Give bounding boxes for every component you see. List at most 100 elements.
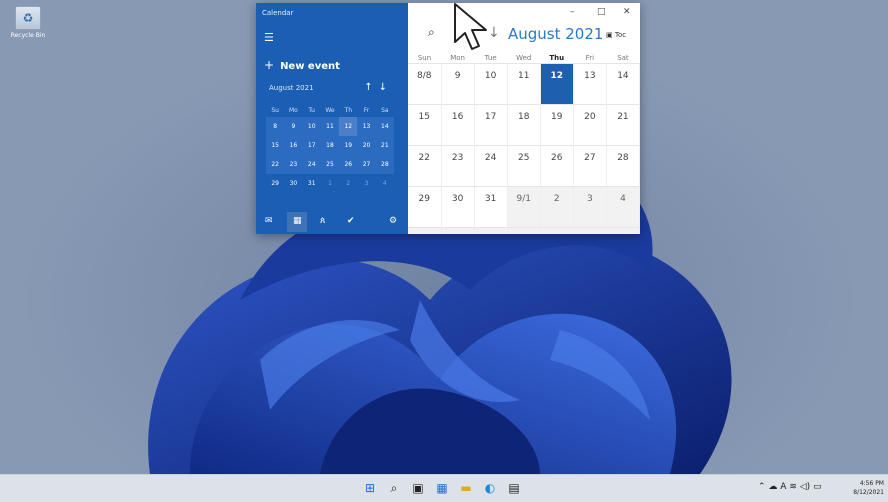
mini-day[interactable]: 3 xyxy=(357,174,375,193)
mini-day[interactable]: 30 xyxy=(284,174,302,193)
day-cell[interactable]: 18 xyxy=(507,104,541,146)
minimize-icon[interactable]: – xyxy=(570,7,575,17)
calendar-today-icon: ▣ xyxy=(606,31,613,39)
day-cell[interactable]: 19 xyxy=(540,104,574,146)
mini-day[interactable]: 19 xyxy=(339,136,357,155)
day-cell[interactable]: 27 xyxy=(573,145,607,187)
mini-day[interactable]: 25 xyxy=(321,155,339,174)
mini-day[interactable]: 8 xyxy=(266,117,284,136)
chevron-up-icon[interactable]: ⌃ xyxy=(758,482,766,492)
mini-day[interactable]: 27 xyxy=(357,155,375,174)
mini-calendar-header: August 2021 ↑↓ xyxy=(269,82,399,93)
recycle-bin[interactable]: ♻ Recycle Bin xyxy=(6,6,50,39)
maximize-icon[interactable]: □ xyxy=(597,7,606,17)
day-cell[interactable]: 17 xyxy=(474,104,508,146)
sidebar-bottom-bar: ✉ ▦ ጰ ✔ ⚙ xyxy=(256,208,408,234)
day-cell[interactable]: 9 xyxy=(540,227,574,234)
calendar-icon[interactable]: ▦ xyxy=(293,216,302,226)
day-cell[interactable]: 20 xyxy=(573,104,607,146)
today-button[interactable]: ▣ Toc xyxy=(606,31,626,39)
mini-day-today[interactable]: 12 xyxy=(339,117,358,136)
day-cell[interactable]: 28 xyxy=(606,145,640,187)
day-cell[interactable]: 9/1 xyxy=(507,186,541,228)
day-cell[interactable]: 24 xyxy=(474,145,508,187)
mini-day[interactable]: 1 xyxy=(321,174,339,193)
day-cell[interactable]: 6 xyxy=(441,227,475,234)
mini-day[interactable]: 18 xyxy=(321,136,339,155)
widgets-icon[interactable]: ▦ xyxy=(434,480,450,496)
day-cell[interactable]: 26 xyxy=(540,145,574,187)
day-cell[interactable]: 30 xyxy=(441,186,475,228)
day-cell[interactable]: 8 xyxy=(507,227,541,234)
people-icon[interactable]: ጰ xyxy=(320,216,325,226)
day-cell[interactable]: 11 xyxy=(507,63,541,105)
volume-icon[interactable]: ◁) xyxy=(800,482,810,492)
mini-day[interactable]: 2 xyxy=(339,174,357,193)
calendar-window: Calendar ☰ + New event August 2021 ↑↓ Su … xyxy=(256,3,640,234)
mini-weekday: Fr xyxy=(363,106,370,114)
mini-day[interactable]: 21 xyxy=(376,136,394,155)
edge-browser-icon[interactable]: ◐ xyxy=(482,480,498,496)
file-explorer-icon[interactable]: ▬ xyxy=(458,480,474,496)
input-language-indicator[interactable]: A xyxy=(780,482,786,492)
day-cell[interactable]: 23 xyxy=(441,145,475,187)
day-cell[interactable]: 9 xyxy=(441,63,475,105)
mini-day[interactable]: 9 xyxy=(284,117,302,136)
store-icon[interactable]: ▤ xyxy=(506,480,522,496)
search-icon[interactable]: ⌕ xyxy=(428,25,435,40)
day-cell[interactable]: 21 xyxy=(606,104,640,146)
onedrive-cloud-icon[interactable]: ☁ xyxy=(768,482,777,492)
new-event-button[interactable]: + New event xyxy=(264,58,340,72)
day-cell[interactable]: 14 xyxy=(606,63,640,105)
weekday-header: Sun xyxy=(417,53,432,62)
mini-day[interactable]: 16 xyxy=(284,136,302,155)
mini-day[interactable]: 4 xyxy=(376,174,394,193)
day-cell[interactable]: 31 xyxy=(474,186,508,228)
mini-day[interactable]: 28 xyxy=(376,155,394,174)
mini-day[interactable]: 23 xyxy=(284,155,302,174)
mini-day[interactable]: 22 xyxy=(266,155,284,174)
start-windows-icon[interactable]: ⊞ xyxy=(362,480,378,496)
day-cell[interactable]: 10 xyxy=(474,63,508,105)
mini-day[interactable]: 14 xyxy=(376,117,394,136)
mini-day[interactable]: 11 xyxy=(321,117,339,136)
mini-day[interactable]: 29 xyxy=(266,174,284,193)
mini-day[interactable]: 15 xyxy=(266,136,284,155)
mini-day[interactable]: 26 xyxy=(339,155,357,174)
day-cell[interactable]: 13 xyxy=(573,63,607,105)
battery-icon[interactable]: ▭ xyxy=(813,482,822,492)
day-cell[interactable]: 22 xyxy=(408,145,442,187)
mini-day[interactable]: 10 xyxy=(303,117,321,136)
todo-icon[interactable]: ✔ xyxy=(347,216,355,226)
day-cell[interactable]: 11 xyxy=(606,227,640,234)
day-cell-selected[interactable]: 12 xyxy=(540,63,574,105)
day-cell[interactable]: 7 xyxy=(474,227,508,234)
taskbar-clock[interactable]: 4:56 PM 8/12/2021 xyxy=(850,479,884,497)
close-icon[interactable]: ✕ xyxy=(623,7,631,17)
mini-day[interactable]: 24 xyxy=(303,155,321,174)
day-cell[interactable]: 4 xyxy=(606,186,640,228)
day-cell[interactable]: 15 xyxy=(408,104,442,146)
day-cell[interactable]: 8/8 xyxy=(408,63,442,105)
mini-weekday: Th xyxy=(344,106,352,114)
hamburger-menu-icon[interactable]: ☰ xyxy=(264,31,274,44)
mini-day[interactable]: 17 xyxy=(303,136,321,155)
day-cell[interactable]: 10 xyxy=(573,227,607,234)
wifi-icon[interactable]: ≋ xyxy=(789,482,797,492)
settings-gear-icon[interactable]: ⚙ xyxy=(389,216,397,226)
day-cell[interactable]: 25 xyxy=(507,145,541,187)
day-cell[interactable]: 29 xyxy=(408,186,442,228)
mini-day[interactable]: 13 xyxy=(357,117,375,136)
day-cell[interactable]: 5 xyxy=(408,227,442,234)
day-cell[interactable]: 3 xyxy=(573,186,607,228)
day-cell[interactable]: 2 xyxy=(540,186,574,228)
day-cell[interactable]: 16 xyxy=(441,104,475,146)
mini-day[interactable]: 31 xyxy=(303,174,321,193)
weekday-header-current: Thu xyxy=(549,53,565,62)
mini-next-month-icon[interactable]: ↓ xyxy=(379,82,393,93)
search-icon[interactable]: ⌕ xyxy=(386,480,402,496)
mail-icon[interactable]: ✉ xyxy=(265,216,273,226)
task-view-icon[interactable]: ▣ xyxy=(410,480,426,496)
mini-prev-month-icon[interactable]: ↑ xyxy=(364,82,378,93)
mini-day[interactable]: 20 xyxy=(357,136,375,155)
